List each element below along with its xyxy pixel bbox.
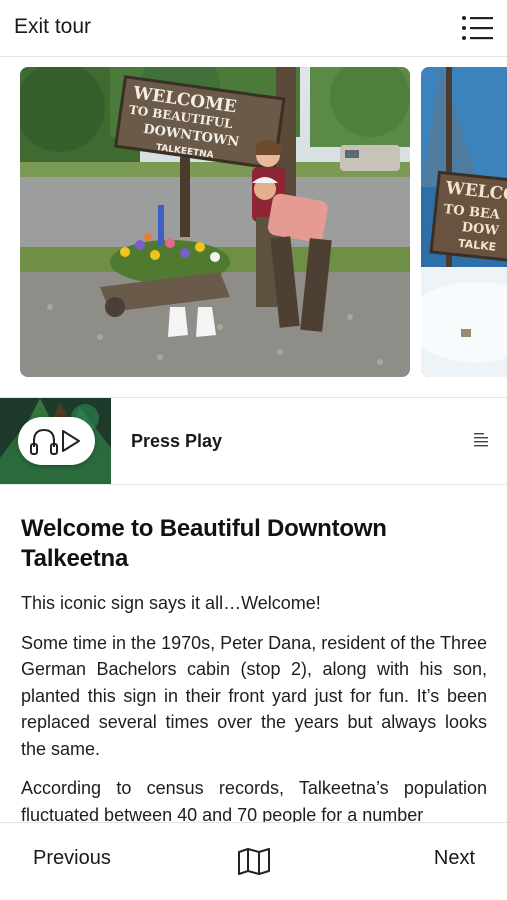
player-title: Press Play — [131, 431, 223, 451]
previous-button[interactable]: Previous — [33, 847, 111, 870]
article-paragraph: Some time in the 1970s, Peter Dana, resi… — [21, 632, 487, 759]
map-icon[interactable] — [237, 847, 271, 875]
headphones-play-icon — [30, 428, 80, 455]
audio-player: Press Play — [0, 397, 507, 485]
exit-tour-button[interactable]: Exit tour — [14, 15, 91, 39]
transcript-lines-icon[interactable] — [473, 432, 491, 448]
article-paragraph: According to census records, Talkeetna’s… — [21, 778, 487, 822]
carousel-photo-winter-sign[interactable]: WELCO TO BEA DOW TALKE — [421, 67, 507, 377]
article-paragraph: This iconic sign says it all…Welcome! — [21, 593, 321, 613]
bottom-nav: Previous Next — [0, 822, 507, 900]
article-title: Welcome to Beautiful Downtown Talkeetna — [21, 515, 387, 572]
carousel-photo-welcome-sign[interactable]: WELCOME TO BEAUTIFUL DOWNTOWN TALKEETNA — [20, 67, 410, 377]
menu-list-icon[interactable] — [461, 13, 495, 43]
play-button[interactable] — [18, 417, 95, 465]
next-button[interactable]: Next — [434, 847, 475, 870]
photo-carousel[interactable]: WELCOME TO BEAUTIFUL DOWNTOWN TALKEETNA — [0, 57, 507, 397]
top-bar: Exit tour — [0, 0, 507, 57]
article-content[interactable]: Welcome to Beautiful Downtown Talkeetna … — [0, 486, 507, 822]
